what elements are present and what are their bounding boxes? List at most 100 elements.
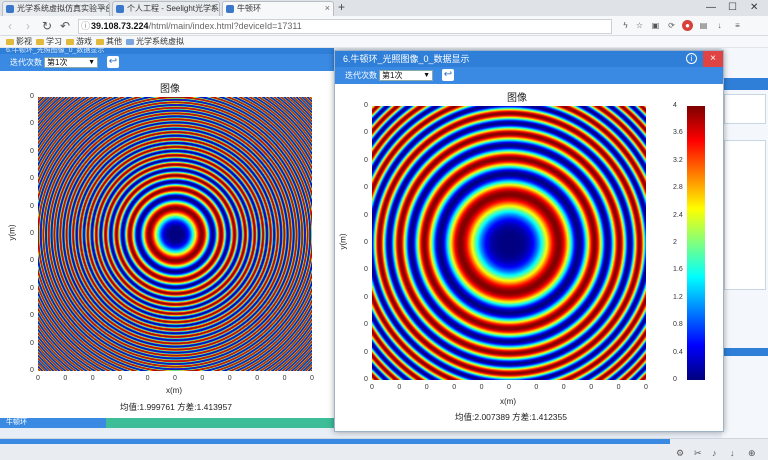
axis-tick-label: 0 xyxy=(364,129,368,137)
data-display-dialog: 6.牛顿环_光照图像_0_数据显示 i × 迭代次数 第1次 ▼ ↩ 图像 4 3… xyxy=(334,50,724,432)
bookmark-folder[interactable]: 游戏 xyxy=(66,36,92,48)
axis-tick-label: 0 xyxy=(63,375,68,382)
bottom-green-bar xyxy=(106,418,334,428)
close-button[interactable]: × xyxy=(703,51,723,67)
tab-newton-rings[interactable]: 牛顿环 × xyxy=(222,1,334,16)
chevron-down-icon: ▼ xyxy=(88,59,95,66)
download-status-icon[interactable]: ↓ xyxy=(730,448,735,458)
dialog-x-axis-label: x(m) xyxy=(500,397,516,406)
page-icon xyxy=(126,39,134,45)
extension-icon[interactable]: ▣ xyxy=(650,20,661,31)
dialog-toolbar: 迭代次数 第1次 ▼ ↩ xyxy=(335,67,723,84)
bookmark-page[interactable]: 光学系统虚拟 xyxy=(126,36,184,48)
left-stats: 均值:1.999761 方差:1.413957 xyxy=(120,402,232,412)
axis-tick-label: 0 xyxy=(255,375,260,382)
adblock-icon[interactable]: ● xyxy=(682,20,693,31)
site-favicon-icon xyxy=(6,5,14,13)
axis-tick-label: 0 xyxy=(30,202,34,210)
background-bar xyxy=(724,348,768,356)
window-close-icon[interactable]: ✕ xyxy=(750,0,758,15)
axis-tick-label: 0 xyxy=(30,147,34,155)
minimize-icon[interactable]: — xyxy=(706,0,716,15)
iteration-value: 第1次 xyxy=(382,71,403,80)
axis-tick-label: 0 xyxy=(589,384,594,391)
iteration-select[interactable]: 第1次 ▼ xyxy=(44,57,98,68)
maximize-icon[interactable]: ☐ xyxy=(728,0,737,15)
axis-tick-label: 0 xyxy=(534,384,539,391)
axis-tick-label: 0 xyxy=(644,384,648,391)
menu-icon[interactable]: ≡ xyxy=(732,20,743,31)
axis-tick-label: 0 xyxy=(364,321,368,329)
left-y-axis-label: y(m) xyxy=(7,224,17,241)
bookmark-folder[interactable]: 学习 xyxy=(36,36,62,48)
tab-platform[interactable]: 光学系统虚拟仿真实验平台 × xyxy=(2,1,110,16)
axis-tick-label: 0 xyxy=(364,211,368,219)
left-plot-title: 图像 xyxy=(160,84,180,95)
axis-tick-label: 0 xyxy=(200,375,205,382)
axis-tick-label: 0 xyxy=(364,348,368,356)
folder-icon xyxy=(96,39,104,45)
chevron-down-icon: ▼ xyxy=(423,72,430,79)
bookmark-folder[interactable]: 影视 xyxy=(6,36,32,48)
axis-tick-label: 0 xyxy=(30,367,34,374)
refresh-ext-icon[interactable]: ⟳ xyxy=(666,20,677,31)
axis-tick-label: 0 xyxy=(364,239,368,246)
colorbar-tick: 1.2 xyxy=(673,293,683,301)
iteration-label: 迭代次数 xyxy=(345,71,377,80)
zoom-icon[interactable]: ⊕ xyxy=(748,448,756,459)
refresh-icon[interactable]: ↩ xyxy=(107,56,119,68)
axis-tick-label: 0 xyxy=(507,384,511,391)
colorbar-tick: 2.4 xyxy=(673,211,683,219)
iteration-label: 迭代次数 xyxy=(10,58,42,67)
axis-tick-label: 0 xyxy=(30,284,34,292)
dialog-title-bar[interactable]: 6.牛顿环_光照图像_0_数据显示 i × xyxy=(335,51,723,67)
tab-bar: 光学系统虚拟仿真实验平台 × 个人工程 - Seelight光学系统 × 牛顿环… xyxy=(0,0,768,16)
url-input[interactable]: ⓘ 39.108.73.224/html/main/index.html?dev… xyxy=(78,19,612,34)
url-path: /html/main/index.html?deviceId=17311 xyxy=(148,21,302,31)
close-icon[interactable]: × xyxy=(211,2,216,15)
new-tab-button[interactable]: + xyxy=(338,0,345,15)
puzzle-icon[interactable]: ▤ xyxy=(698,20,709,31)
axis-tick-label: 0 xyxy=(30,230,34,237)
axis-tick-label: 0 xyxy=(364,293,368,301)
colorbar-tick: 3.2 xyxy=(673,156,683,164)
folder-icon xyxy=(36,39,44,45)
undo-icon[interactable]: ↶ xyxy=(60,18,70,34)
download-icon[interactable]: ↓ xyxy=(714,20,725,31)
iteration-value: 第1次 xyxy=(47,58,68,67)
back-icon[interactable]: ‹ xyxy=(8,18,12,34)
axis-tick-label: 0 xyxy=(30,312,34,320)
tools-icon[interactable]: ⚙ xyxy=(676,448,684,459)
sound-icon[interactable]: ♪ xyxy=(712,448,717,458)
dialog-title: 6.牛顿环_光照图像_0_数据显示 xyxy=(343,54,470,64)
page-scrollbar[interactable] xyxy=(0,439,670,444)
screenshot-icon[interactable]: ✂ xyxy=(694,448,702,459)
bookmark-label: 其他 xyxy=(106,37,122,46)
background-bar xyxy=(724,78,768,90)
dialog-stats: 均值:2.007389 方差:1.412355 xyxy=(455,412,567,422)
axis-tick-label: 0 xyxy=(452,384,457,391)
close-icon[interactable]: × xyxy=(101,2,106,15)
bookmark-folder[interactable]: 其他 xyxy=(96,36,122,48)
axis-tick-label: 0 xyxy=(616,384,621,391)
forward-icon[interactable]: › xyxy=(26,18,30,34)
reload-icon[interactable]: ↻ xyxy=(42,18,52,34)
axis-tick-label: 0 xyxy=(561,384,566,391)
info-icon[interactable]: i xyxy=(686,53,697,64)
close-icon[interactable]: × xyxy=(325,2,330,15)
tab-personal-project[interactable]: 个人工程 - Seelight光学系统 × xyxy=(112,1,220,16)
axis-tick-label: 0 xyxy=(364,156,368,164)
axis-tick-label: 0 xyxy=(364,184,368,192)
iteration-select[interactable]: 第1次 ▼ xyxy=(379,70,433,81)
left-panel-toolbar: 迭代次数 第1次 ▼ ↩ xyxy=(0,54,334,71)
bookmark-star-icon[interactable]: ☆ xyxy=(634,20,645,31)
bottom-tab-label[interactable]: 牛顿环 xyxy=(0,418,106,428)
page-info-icon: ⓘ xyxy=(81,21,91,31)
status-bar: ⚙ ✂ ♪ ↓ ⊕ xyxy=(0,438,768,460)
site-favicon-icon xyxy=(116,5,124,13)
background-box xyxy=(724,140,766,290)
refresh-icon[interactable]: ↩ xyxy=(442,69,454,81)
flash-icon[interactable]: ϟ xyxy=(620,20,631,31)
dialog-plot-title: 图像 xyxy=(507,93,527,104)
tab-label: 光学系统虚拟仿真实验平台 xyxy=(17,4,110,13)
